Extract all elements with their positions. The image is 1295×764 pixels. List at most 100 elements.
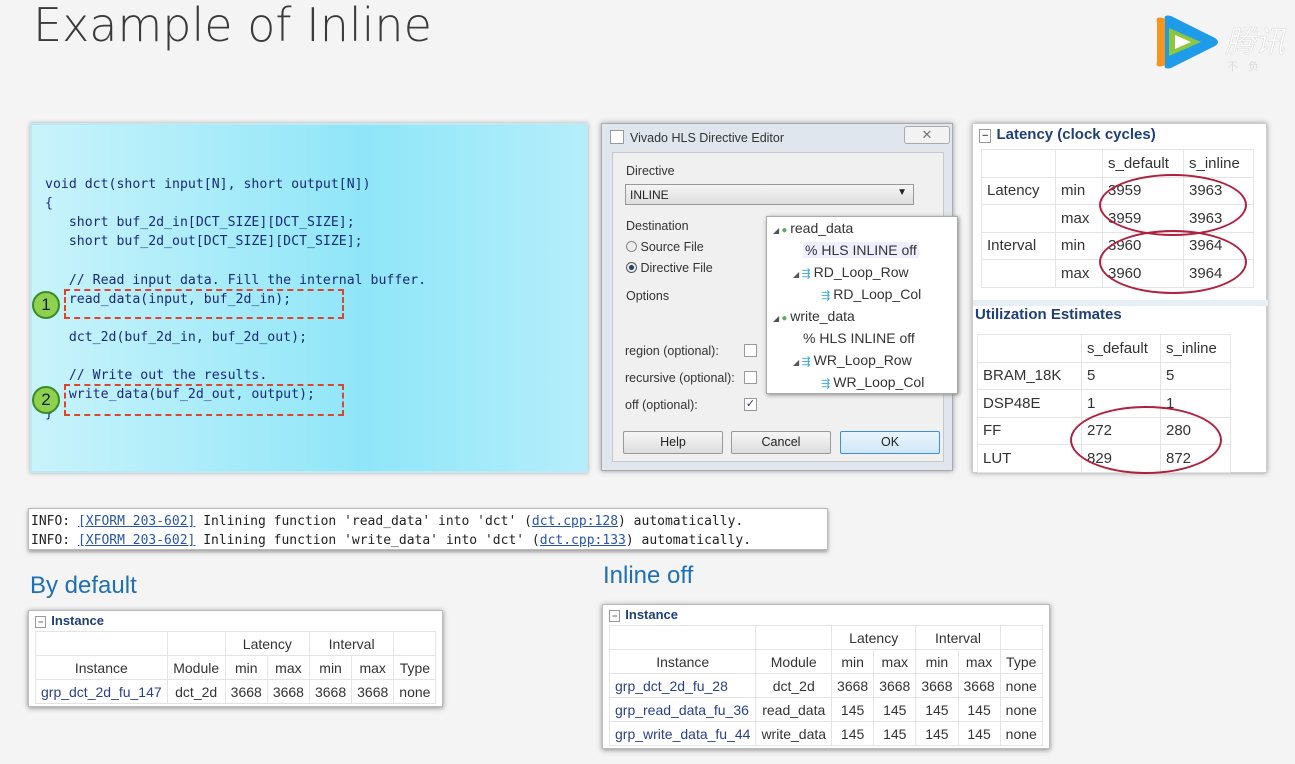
collapse-icon[interactable]: − bbox=[609, 610, 621, 622]
cell: none bbox=[999, 721, 1043, 746]
code-panel: void dct(short input[N], short output[N]… bbox=[30, 123, 588, 473]
column-header: s_default bbox=[1102, 149, 1184, 178]
instance-link[interactable]: grp_read_data_fu_36 bbox=[608, 697, 757, 722]
console-log: INFO: [XFORM 203-602] Inlining function … bbox=[28, 508, 828, 550]
cell: write_data bbox=[755, 721, 833, 746]
table-header-row: Latency Interval bbox=[35, 631, 437, 656]
column-header: Module bbox=[755, 649, 833, 674]
results-panel: − Latency (clock cycles) s_default s_inlin… bbox=[972, 123, 1268, 474]
message-id-link[interactable]: [XFORM 203-602] bbox=[78, 533, 195, 548]
recursive-checkbox[interactable] bbox=[744, 371, 757, 384]
cell: 145 bbox=[873, 721, 917, 746]
cancel-button[interactable]: Cancel bbox=[731, 431, 831, 454]
off-checkbox[interactable]: ✓ bbox=[744, 398, 757, 411]
column-header: max bbox=[266, 655, 310, 680]
instance-link[interactable]: grp_write_data_fu_44 bbox=[608, 721, 757, 746]
cell: 3668 bbox=[266, 679, 310, 704]
loop-icon: ⇶ bbox=[801, 268, 814, 280]
table-row: grp_dct_2d_fu_147 dct_2d 3668 3668 3668 3668 n… bbox=[35, 679, 437, 704]
tree-item[interactable]: ⇶ WR_Loop_Col bbox=[821, 374, 924, 390]
instance-table: Latency Interval Instance Module min max min ma… bbox=[35, 631, 437, 704]
highlight-box bbox=[64, 384, 344, 416]
tree-item[interactable]: % HLS INLINE off bbox=[803, 242, 919, 258]
table-row: BRAM_18K 5 5 bbox=[977, 361, 1231, 390]
off-label: off (optional): bbox=[625, 398, 698, 412]
dialog-title: Vivado HLS Directive Editor bbox=[630, 131, 785, 145]
table-header-row: Instance Module min max min max Type bbox=[608, 649, 1043, 674]
collapse-icon[interactable]: − bbox=[35, 616, 47, 628]
by-default-instance-panel: − Instance Latency Interval Instance Module mi… bbox=[28, 610, 444, 707]
code-line: short buf_2d_in[DCT_SIZE][DCT_SIZE]; bbox=[45, 215, 355, 231]
column-header: s_default bbox=[1081, 334, 1161, 363]
slide-title: Example of Inline bbox=[33, 0, 432, 52]
column-header: Module bbox=[166, 655, 226, 680]
cell: dct_2d bbox=[755, 673, 833, 698]
section-title: Instance bbox=[625, 607, 679, 622]
help-button[interactable]: Help bbox=[623, 431, 723, 454]
tree-item[interactable]: ◢ ⇶ RD_Loop_Row bbox=[793, 264, 909, 280]
cell: 145 bbox=[915, 721, 959, 746]
region-label: region (optional): bbox=[625, 344, 719, 358]
cell: 3668 bbox=[873, 673, 917, 698]
table-header-row: s_default s_inline bbox=[977, 334, 1231, 363]
cell: 3668 bbox=[308, 679, 353, 704]
region-checkbox[interactable] bbox=[744, 344, 757, 357]
cell: read_data bbox=[755, 697, 833, 722]
tree-item[interactable]: ◢ ● write_data bbox=[773, 308, 855, 324]
loop-icon: ⇶ bbox=[801, 356, 814, 368]
cell: 145 bbox=[957, 697, 1001, 722]
column-header: max bbox=[351, 655, 395, 680]
chevron-down-icon: ▼ bbox=[897, 187, 907, 198]
cell: none bbox=[999, 697, 1043, 722]
column-header: Type bbox=[999, 649, 1043, 674]
close-button[interactable]: ✕ bbox=[904, 126, 950, 144]
options-label: Options bbox=[626, 289, 670, 303]
table-header-row: s_default s_inline bbox=[981, 149, 1254, 178]
tree-item[interactable]: ⇶ RD_Loop_Col bbox=[821, 286, 921, 302]
loop-icon: ⇶ bbox=[821, 378, 834, 390]
function-icon: ● bbox=[781, 313, 791, 324]
collapse-icon[interactable]: − bbox=[979, 129, 992, 143]
section-title: Instance bbox=[51, 613, 105, 628]
cell: 145 bbox=[915, 697, 959, 722]
column-header: Instance bbox=[35, 655, 168, 680]
instance-link[interactable]: grp_dct_2d_fu_28 bbox=[608, 673, 757, 698]
source-file-radio[interactable]: Source File bbox=[626, 240, 704, 254]
code-line: void dct(short input[N], short output[N]… bbox=[45, 177, 371, 192]
marker-1: 1 bbox=[32, 291, 60, 319]
svg-text:不负: 不负 bbox=[1227, 59, 1269, 73]
instance-link[interactable]: grp_dct_2d_fu_147 bbox=[35, 679, 168, 704]
code-line: // Read input data. Fill the internal bu… bbox=[45, 272, 427, 288]
ok-button[interactable]: OK bbox=[840, 431, 940, 454]
code-line: short buf_2d_out[DCT_SIZE][DCT_SIZE]; bbox=[45, 234, 363, 250]
cell: none bbox=[393, 679, 437, 704]
source-file-link[interactable]: dct.cpp:133 bbox=[540, 533, 626, 548]
tencent-video-logo: 腾讯 不负 bbox=[1156, 15, 1287, 73]
latency-title: Latency (clock cycles) bbox=[996, 126, 1156, 143]
cell: 3668 bbox=[957, 673, 1001, 698]
code-line: { bbox=[45, 196, 53, 212]
highlight-box bbox=[64, 289, 344, 319]
column-header: s_inline bbox=[1160, 334, 1231, 363]
cell: 3668 bbox=[224, 679, 268, 704]
directive-select[interactable]: INLINE ▼ bbox=[625, 184, 914, 205]
tree-item[interactable]: % HLS INLINE off bbox=[803, 330, 915, 346]
instance-table: Latency Interval Instance Module min max min ma… bbox=[608, 625, 1043, 746]
column-header: max bbox=[873, 649, 917, 674]
code-line: // Write out the results. bbox=[45, 368, 268, 383]
cell: dct_2d bbox=[166, 679, 226, 704]
tree-item[interactable]: ◢ ⇶ WR_Loop_Row bbox=[793, 352, 912, 368]
cell: 145 bbox=[873, 697, 917, 722]
directive-file-radio[interactable]: Directive File bbox=[626, 261, 713, 275]
message-id-link[interactable]: [XFORM 203-602] bbox=[78, 514, 195, 529]
column-header: max bbox=[957, 649, 1001, 674]
tree-item[interactable]: ◢ ● read_data bbox=[773, 220, 853, 236]
svg-text:腾讯: 腾讯 bbox=[1225, 26, 1287, 59]
table-row: grp_read_data_fu_36 read_data 145 145 145 145… bbox=[608, 697, 1043, 722]
source-file-link[interactable]: dct.cpp:128 bbox=[532, 514, 618, 529]
highlight-ellipse bbox=[1099, 230, 1247, 294]
log-line: INFO: [XFORM 203-602] Inlining function … bbox=[31, 533, 752, 548]
utilization-title: Utilization Estimates bbox=[975, 306, 1122, 323]
column-header: min bbox=[915, 649, 959, 674]
app-icon bbox=[610, 130, 624, 144]
